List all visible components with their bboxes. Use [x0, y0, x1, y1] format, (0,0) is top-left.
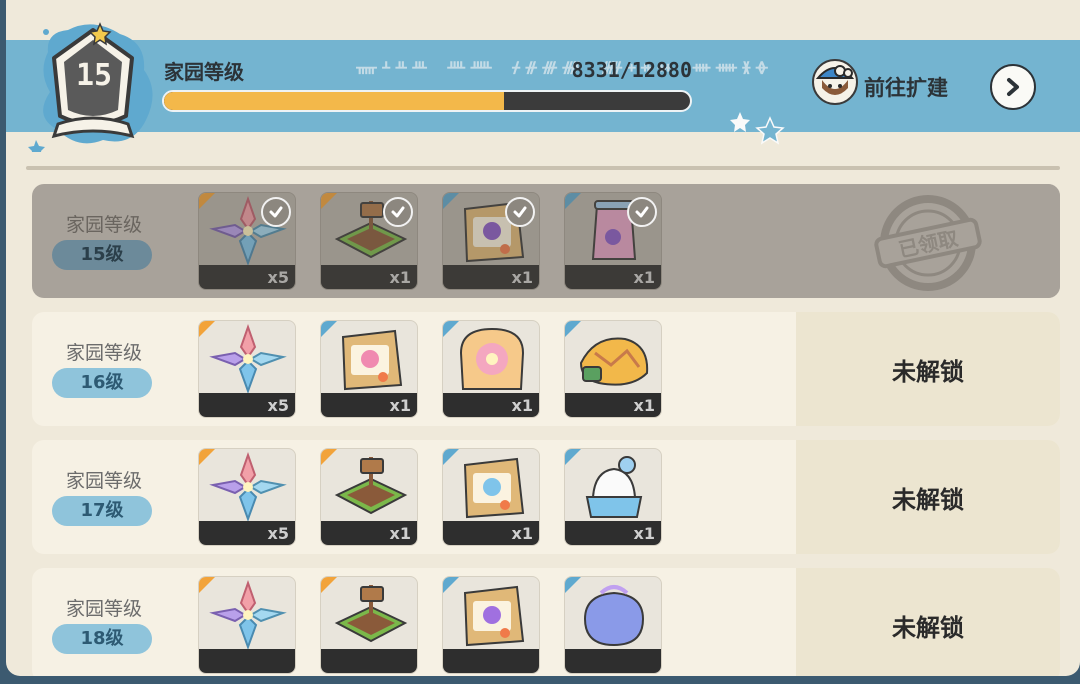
gift-pouch-icon [583, 585, 645, 647]
claimed-check-icon [627, 197, 657, 227]
reward-item[interactable]: x1 [320, 448, 418, 546]
header-title: 家园等级 [164, 60, 244, 84]
reward-item[interactable] [198, 576, 296, 674]
reward-item[interactable]: x1 [320, 320, 418, 418]
row-level-label: 家园等级 [65, 470, 142, 492]
current-level-number: 15 [75, 58, 113, 93]
exp-progress-fill [164, 92, 505, 110]
locked-status-label: 未解锁 [892, 357, 964, 386]
exp-counter: 8331/12880 [571, 58, 692, 82]
garden-plot-sign-icon [334, 585, 408, 643]
item-quantity: x5 [267, 396, 289, 415]
flower-toast-icon [459, 327, 525, 390]
blue-flower-seed-bag-icon [463, 457, 525, 519]
cream-pudding-icon [585, 456, 643, 518]
locked-status-area[interactable]: 未解锁 [796, 312, 1060, 426]
reward-row-0: 家园等级 15级 x5 x1 x1 x1 已领取 [32, 184, 1060, 298]
quantity-bar [321, 649, 417, 673]
reward-item[interactable]: x1 [564, 320, 662, 418]
go-expand-button[interactable] [990, 64, 1036, 110]
star-decoration-icon [730, 112, 785, 145]
reward-item[interactable]: x5 [198, 192, 296, 290]
builder-avatar-icon [812, 59, 858, 105]
row-level-label: 家园等级 [65, 598, 142, 620]
crystal-leaf-icon [209, 451, 287, 521]
reward-item[interactable]: x1 [442, 320, 540, 418]
row-level-badge: 18级 [52, 624, 152, 654]
reward-item[interactable] [442, 576, 540, 674]
item-quantity: x1 [389, 524, 411, 543]
reward-item[interactable]: x1 [442, 448, 540, 546]
row-level-label: 家园等级 [65, 342, 142, 364]
reward-item[interactable]: x1 [442, 192, 540, 290]
exp-progress-bar [162, 90, 692, 112]
reward-row-3: 家园等级 18级 未解锁 [32, 568, 1060, 676]
garden-plot-sign-icon [334, 457, 408, 515]
reward-item[interactable] [564, 576, 662, 674]
crystal-leaf-icon [209, 579, 287, 649]
reward-item[interactable] [320, 576, 418, 674]
locked-status-area[interactable]: 未解锁 [796, 568, 1060, 676]
item-quantity: x1 [511, 524, 533, 543]
home-level-panel: ᚅᚆᚇᚈ ᚉᚊ ᚋᚌᚍᚎ ᚏᚐᚑᚒ ᚓᚔᚕᚖ 15 家园等级 8331/1288… [6, 0, 1080, 676]
item-quantity: x1 [633, 396, 655, 415]
locked-status-area[interactable]: 未解锁 [796, 440, 1060, 554]
quantity-bar [565, 649, 661, 673]
row-level-badge: 16级 [52, 368, 152, 398]
claimed-check-icon [383, 197, 413, 227]
item-quantity: x1 [633, 524, 655, 543]
quantity-bar [199, 649, 295, 673]
item-quantity: x1 [511, 396, 533, 415]
locked-status-label: 未解锁 [892, 485, 964, 514]
row-level-label: 家园等级 [65, 214, 142, 236]
reward-item[interactable]: x1 [320, 192, 418, 290]
violet-flower-seed-bag-icon [463, 585, 525, 647]
item-quantity: x1 [389, 396, 411, 415]
claimed-stamp-icon: 已领取 [874, 195, 982, 291]
reward-item[interactable]: x5 [198, 448, 296, 546]
claimed-stamp-area: 已领取 [796, 184, 1060, 298]
crystal-leaf-icon [209, 323, 287, 393]
locked-status-label: 未解锁 [892, 613, 964, 642]
row-level-badge: 15级 [52, 240, 152, 270]
pink-flower-seed-bag-icon [341, 329, 403, 391]
reward-item[interactable]: x1 [564, 192, 662, 290]
claimed-check-icon [261, 197, 291, 227]
row-level-badge: 17级 [52, 496, 152, 526]
header-divider [26, 166, 1060, 170]
reward-item[interactable]: x5 [198, 320, 296, 418]
reward-row-1: 家园等级 16级 x5 x1 x1 x1 未解锁 [32, 312, 1060, 426]
patchwork-cushion-icon [579, 337, 649, 386]
reward-item[interactable]: x1 [564, 448, 662, 546]
quantity-bar [443, 649, 539, 673]
chevron-right-icon [1007, 78, 1019, 96]
item-quantity: x5 [267, 524, 289, 543]
header-decoration-text: ᚅᚆᚇᚈ ᚉᚊ ᚋᚌᚍᚎ ᚏᚐᚑᚒ ᚓᚔᚕᚖ [356, 58, 774, 76]
claimed-check-icon [505, 197, 535, 227]
go-expand-label[interactable]: 前往扩建 [864, 72, 948, 102]
reward-row-2: 家园等级 17级 x5 x1 x1 x1 未解锁 [32, 440, 1060, 554]
